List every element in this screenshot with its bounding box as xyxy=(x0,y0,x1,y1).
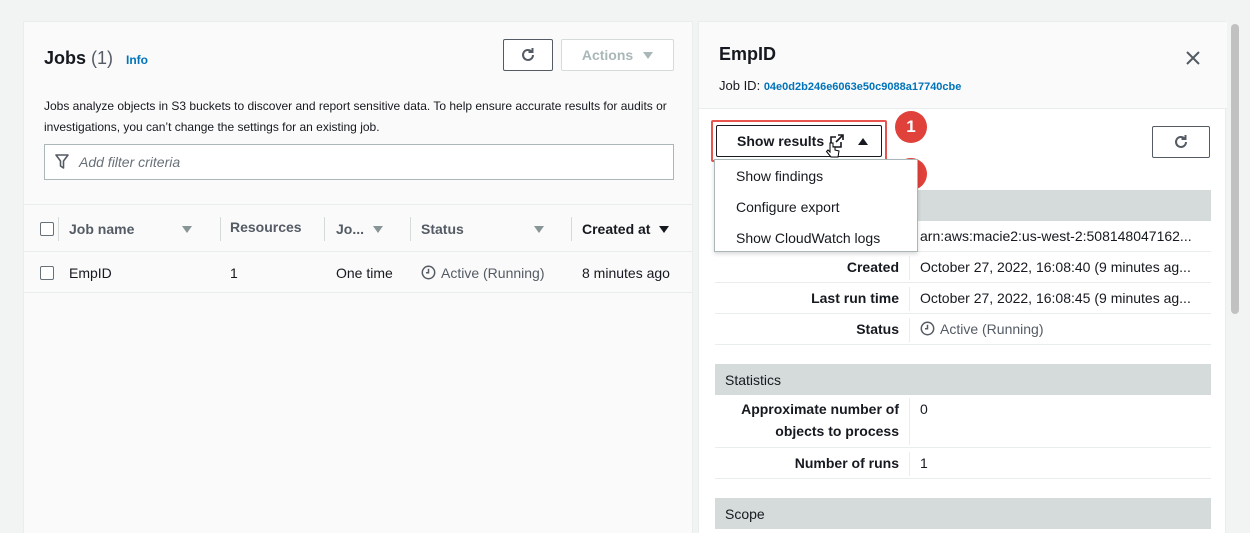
detail-title: EmpID xyxy=(719,44,777,64)
menu-item-show-findings[interactable]: Show findings xyxy=(715,160,917,191)
sort-descending-icon xyxy=(659,225,669,233)
approx-objects-key: Approximate number of objects to process xyxy=(741,401,899,439)
jobs-count: (1) xyxy=(91,48,114,68)
status-text: Active (Running) xyxy=(940,321,1044,337)
approx-objects-row: Approximate number of objects to process… xyxy=(715,395,1211,448)
filter-placeholder: Add filter criteria xyxy=(79,154,181,170)
column-job-type[interactable]: Jo... xyxy=(336,205,406,253)
column-resources[interactable]: Resources xyxy=(230,205,320,253)
show-results-label: Show results xyxy=(737,133,825,149)
jobs-title-text: Jobs xyxy=(44,48,87,68)
detail-refresh-button[interactable] xyxy=(1152,126,1210,158)
column-label: Jo... xyxy=(336,221,365,237)
jobs-description: Jobs analyze objects in S3 buckets to di… xyxy=(44,99,667,134)
job-id: Job ID: 04e0d2b246e6063e50c9088a17740cbe xyxy=(719,78,961,93)
column-label: Created at xyxy=(582,221,651,237)
status-text: Active (Running) xyxy=(441,264,545,281)
detail-header: EmpID Job ID: 04e0d2b246e6063e50c9088a17… xyxy=(699,22,1227,109)
table-row[interactable]: EmpID 1 One time Active (Running) 8 minu… xyxy=(24,252,692,293)
info-link[interactable]: Info xyxy=(126,53,148,67)
scrollbar-thumb[interactable] xyxy=(1231,24,1239,314)
status-row: Status Active (Running) xyxy=(715,314,1211,345)
column-divider xyxy=(571,217,572,241)
column-divider xyxy=(220,217,221,241)
jobs-title: Jobs (1) xyxy=(44,48,113,69)
table-header: Job name Resources Jo... Status Created … xyxy=(24,204,692,252)
resources-cell: 1 xyxy=(230,264,238,281)
job-name-cell[interactable]: EmpID xyxy=(69,252,112,293)
status-value: Active (Running) xyxy=(909,318,1207,342)
column-created-at[interactable]: Created at xyxy=(582,205,687,253)
column-divider xyxy=(58,217,59,241)
step-badge-1: 1 xyxy=(895,111,927,143)
last-run-row: Last run time October 27, 2022, 16:08:45… xyxy=(715,283,1211,314)
column-label: Job name xyxy=(69,221,135,237)
job-type-cell: One time xyxy=(336,264,393,281)
column-label: Resources xyxy=(230,219,302,235)
caret-up-icon xyxy=(858,137,869,145)
created-at-cell: 8 minutes ago xyxy=(582,264,670,281)
last-run-value: October 27, 2022, 16:08:45 (9 minutes ag… xyxy=(909,287,1207,311)
row-checkbox[interactable] xyxy=(40,266,54,280)
sort-icon xyxy=(373,225,383,233)
column-divider xyxy=(410,217,411,241)
approx-objects-value: 0 xyxy=(909,398,1207,445)
show-results-highlight: Show results xyxy=(711,120,887,162)
pointer-cursor-icon xyxy=(825,142,840,158)
refresh-button[interactable] xyxy=(503,39,553,71)
job-id-label: Job ID: xyxy=(719,78,761,93)
number-of-runs-value: 1 xyxy=(909,452,1207,476)
created-key: Created xyxy=(846,259,899,275)
show-results-menu: Show findings Configure export Show Clou… xyxy=(714,159,918,252)
select-all-checkbox[interactable] xyxy=(40,222,54,236)
column-divider xyxy=(324,217,325,241)
statistics-section-header: Statistics xyxy=(715,364,1211,395)
actions-label: Actions xyxy=(581,47,634,63)
job-detail-panel: EmpID Job ID: 04e0d2b246e6063e50c9088a17… xyxy=(698,21,1227,533)
menu-item-cloudwatch-logs[interactable]: Show CloudWatch logs xyxy=(715,222,917,253)
show-results-button[interactable]: Show results xyxy=(716,125,882,157)
column-status[interactable]: Status xyxy=(421,205,551,253)
filter-input[interactable]: Add filter criteria xyxy=(44,144,674,180)
scope-section-header: Scope xyxy=(715,498,1211,529)
last-run-key: Last run time xyxy=(811,290,899,306)
caret-down-icon xyxy=(643,51,654,59)
number-of-runs-key: Number of runs xyxy=(794,455,899,471)
column-label: Status xyxy=(421,221,464,237)
sort-icon xyxy=(182,225,192,233)
sort-icon xyxy=(534,225,544,233)
refresh-icon xyxy=(522,48,534,61)
arn-value: arn:aws:macie2:us-west-2:508148047162... xyxy=(909,225,1207,249)
created-row: Created October 27, 2022, 16:08:40 (9 mi… xyxy=(715,252,1211,283)
status-key: Status xyxy=(856,321,899,337)
clock-icon xyxy=(421,265,436,280)
created-value: October 27, 2022, 16:08:40 (9 minutes ag… xyxy=(909,256,1207,280)
job-id-value[interactable]: 04e0d2b246e6063e50c9088a17740cbe xyxy=(764,81,962,93)
column-job-name[interactable]: Job name xyxy=(69,205,219,253)
number-of-runs-row: Number of runs 1 xyxy=(715,448,1211,479)
status-cell: Active (Running) xyxy=(421,252,545,293)
refresh-icon xyxy=(1175,135,1187,148)
clock-icon xyxy=(920,321,935,336)
filter-icon xyxy=(55,154,69,169)
menu-item-configure-export[interactable]: Configure export xyxy=(715,191,917,222)
actions-button[interactable]: Actions xyxy=(561,39,674,71)
jobs-panel: Jobs (1) Info Actions Jobs analyze objec… xyxy=(23,21,693,533)
close-icon[interactable] xyxy=(1183,48,1203,68)
